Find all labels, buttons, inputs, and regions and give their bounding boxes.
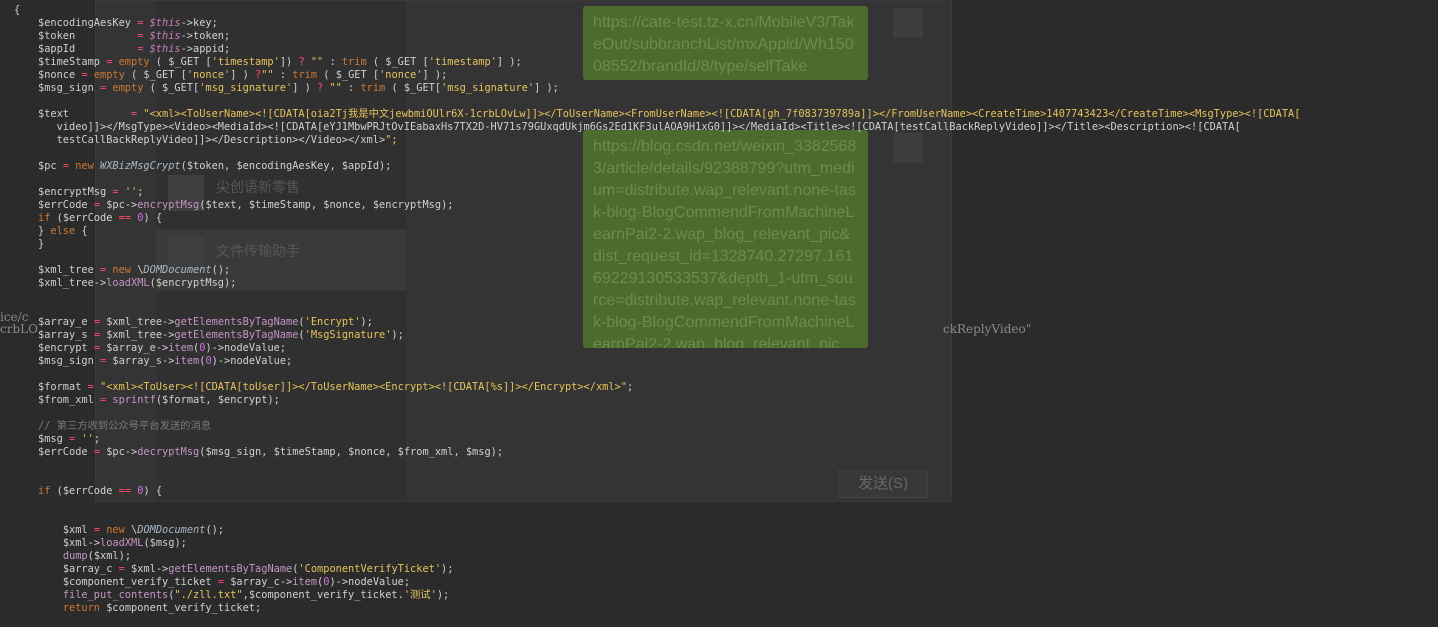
code-line: $xml->loadXML($msg); [62,537,187,549]
code-line: $encryptMsg = ''; [38,186,144,198]
code-line: $pc = new WXBizMsgCrypt($token, $encodin… [38,160,392,172]
code-line: file_put_contents("./zll.txt",$component… [62,589,450,601]
code-line: } [38,238,45,250]
code-line: $msg = ''; [38,433,101,445]
code-line: $timeStamp = empty ( $_GET ['timestamp']… [38,56,522,68]
code-line: $component_verify_ticket = $array_c->ite… [62,576,411,588]
code-line: $array_e = $xml_tree->getElementsByTagNa… [38,316,373,328]
code-line: // 第三方收到公众号平台发送的消息 [38,420,212,432]
code-line: return $component_verify_ticket; [62,602,262,614]
code-line: $token = $this->token; [38,30,231,42]
code-line: $xml_tree = new \DOMDocument(); [38,264,231,276]
code-line: if ($errCode == 0) { [38,485,163,497]
code-line: $appId = $this->appid; [38,43,231,55]
code-line: $encrypt = $array_e->item(0)->nodeValue; [38,342,287,354]
code-line: $errCode = $pc->encryptMsg($text, $timeS… [38,199,454,211]
code-line: } else { [38,225,88,237]
code-line: video]]></MsgType><Video><MediaId><![CDA… [38,121,1241,133]
code-line: $msg_sign = $array_s->item(0)->nodeValue… [38,355,293,367]
code-line: $text = "<xml><ToUserName><![CDATA[oia2T… [38,108,1301,120]
code-line: $encodingAesKey = $this->key; [38,17,218,29]
code-line: $xml = new \DOMDocument(); [62,524,225,536]
code-line: { [14,4,21,16]
code-line: $array_c = $xml->getElementsByTagName('C… [62,563,454,575]
code-line: $format = "<xml><ToUser><![CDATA[toUser]… [38,381,634,393]
code-line: testCallBackReplyVideo]]></Description><… [38,134,398,146]
code-line: $from_xml = sprintf($format, $encrypt); [38,394,280,406]
code-line: $nonce = empty ( $_GET ['nonce'] ) ?"" :… [38,69,448,81]
code-line: if ($errCode == 0) { [38,212,163,224]
code-line: $array_s = $xml_tree->getElementsByTagNa… [38,329,404,341]
code-line: $errCode = $pc->decryptMsg($msg_sign, $t… [38,446,504,458]
code-line: $msg_sign = empty ( $_GET['msg_signature… [38,82,559,94]
code-editor[interactable]: { $encodingAesKey = $this->key; $token =… [14,4,1301,615]
stray-text: crbLO [0,322,38,336]
code-line: dump($xml); [62,550,132,562]
code-line: $xml_tree->loadXML($encryptMsg); [38,277,237,289]
